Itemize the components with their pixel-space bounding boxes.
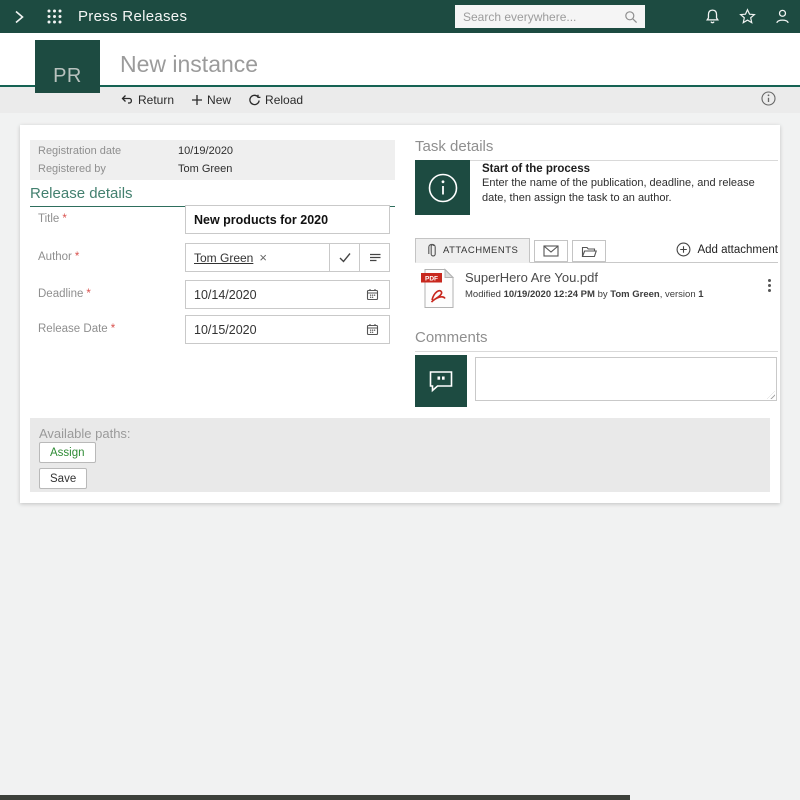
return-icon: [121, 94, 134, 106]
save-button[interactable]: Save: [39, 468, 87, 489]
svg-text:PDF: PDF: [425, 275, 438, 282]
user-icon: [774, 8, 791, 25]
available-paths-panel: Available paths: Assign Save: [30, 418, 770, 492]
remove-icon[interactable]: ×: [259, 250, 267, 265]
list-icon: [368, 251, 382, 264]
author-label: Author*: [38, 251, 79, 263]
deadline-field[interactable]: 10/14/2020: [185, 280, 390, 309]
folder-icon: [581, 245, 597, 258]
search-input[interactable]: [455, 5, 624, 28]
author-confirm-button[interactable]: [329, 244, 359, 271]
new-button[interactable]: New: [191, 93, 231, 107]
favorites-button[interactable]: [739, 8, 756, 25]
author-field[interactable]: Tom Green ×: [185, 243, 390, 272]
app-launcher-button[interactable]: [46, 8, 63, 25]
tab-folders[interactable]: [572, 240, 606, 262]
system-info-panel: Registration date 10/19/2020 Registered …: [30, 140, 395, 180]
notifications-button[interactable]: [704, 8, 721, 25]
required-marker: *: [86, 288, 90, 300]
return-button[interactable]: Return: [121, 93, 174, 107]
global-search: [455, 5, 645, 28]
task-description-block: Start of the process Enter the name of t…: [482, 163, 778, 206]
kebab-menu-icon[interactable]: [765, 276, 774, 295]
title-field[interactable]: New products for 2020: [185, 205, 390, 234]
comment-input[interactable]: [476, 358, 776, 400]
attachment-file-meta: Modified 10/19/2020 12:24 PM by Tom Gree…: [465, 289, 704, 300]
tab-attachments[interactable]: ATTACHMENTS: [415, 238, 530, 263]
attachments-tabstrip: ATTACHMENTS Add attachment: [415, 238, 778, 263]
task-info-tile: [415, 160, 470, 215]
form-toolbar: Return New Reload: [0, 87, 800, 113]
form-card: Registration date 10/19/2020 Registered …: [20, 125, 780, 503]
assign-button[interactable]: Assign: [39, 442, 96, 463]
info-row-registration-date: Registration date 10/19/2020: [30, 142, 395, 160]
app-window: Press Releases PR New instance Return: [0, 0, 800, 800]
star-icon: [739, 8, 756, 25]
reload-icon: [248, 94, 261, 107]
author-chip: Tom Green ×: [186, 244, 329, 271]
tab-emails[interactable]: [534, 240, 568, 262]
plus-icon: [191, 94, 203, 106]
reload-button[interactable]: Reload: [248, 93, 303, 107]
app-tile[interactable]: PR: [35, 40, 100, 93]
required-marker: *: [62, 213, 66, 225]
grid-icon: [46, 8, 63, 25]
comment-bubble-icon: [426, 366, 456, 396]
comment-input-wrap: [475, 357, 777, 401]
add-attachment-button[interactable]: Add attachment: [676, 242, 778, 262]
author-picker-button[interactable]: [359, 244, 389, 271]
required-marker: *: [75, 251, 79, 263]
info-icon: [761, 91, 776, 106]
task-description: Enter the name of the publication, deadl…: [482, 176, 778, 206]
form-info-button[interactable]: [761, 91, 776, 106]
section-release-details: Release details: [30, 185, 395, 207]
pdf-file-icon: PDF: [420, 268, 456, 309]
info-row-registered-by: Registered by Tom Green: [30, 160, 395, 178]
paperclip-icon: [427, 243, 437, 258]
attachment-file-name[interactable]: SuperHero Are You.pdf: [465, 270, 598, 285]
info-circle-icon: [425, 170, 461, 206]
check-icon: [338, 251, 352, 264]
release-date-label: Release Date*: [38, 323, 115, 335]
sidebar-expand-button[interactable]: [11, 9, 27, 25]
user-profile-button[interactable]: [774, 8, 791, 25]
bell-icon: [704, 8, 721, 25]
task-title: Start of the process: [482, 163, 778, 175]
author-chip-name[interactable]: Tom Green: [194, 251, 253, 265]
required-marker: *: [111, 323, 115, 335]
calendar-icon[interactable]: [366, 288, 379, 301]
page-title: New instance: [120, 51, 258, 78]
chevron-right-icon: [11, 9, 27, 25]
comment-tile: [415, 355, 467, 407]
search-icon[interactable]: [624, 10, 638, 24]
app-title: Press Releases: [78, 8, 187, 25]
release-date-field[interactable]: 10/15/2020: [185, 315, 390, 344]
available-paths-title: Available paths:: [30, 418, 770, 441]
envelope-icon: [543, 245, 559, 257]
plus-circle-icon: [676, 242, 691, 257]
section-task-details: Task details: [415, 138, 778, 161]
title-label: Title*: [38, 213, 67, 225]
deadline-label: Deadline*: [38, 288, 91, 300]
attachment-row: PDF SuperHero Are You.pdf Modified 10/19…: [415, 268, 778, 312]
topbar-actions: [704, 0, 791, 33]
top-bar: Press Releases: [0, 0, 800, 33]
calendar-icon[interactable]: [366, 323, 379, 336]
accent-divider: [0, 85, 800, 87]
section-comments: Comments: [415, 329, 778, 352]
taskbar-fragment: [0, 795, 630, 800]
app-initials: PR: [53, 65, 82, 88]
